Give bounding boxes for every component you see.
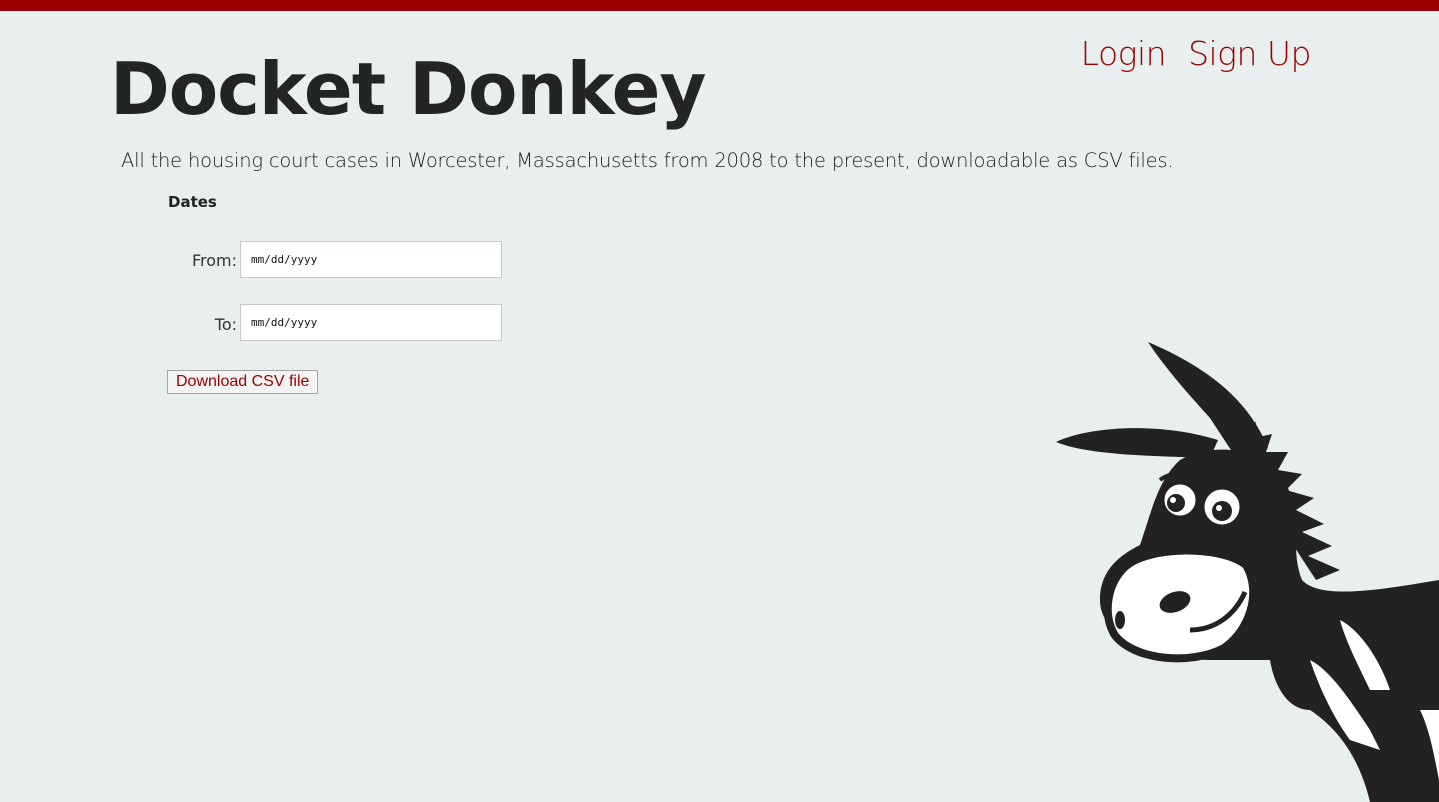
- to-date-input[interactable]: [240, 304, 502, 341]
- donkey-mascot-icon: [1056, 342, 1439, 802]
- top-nav: Login Sign Up: [1081, 34, 1312, 74]
- login-link[interactable]: Login: [1081, 34, 1167, 74]
- site-tagline: All the housing court cases in Worcester…: [121, 149, 1174, 172]
- to-label: To:: [214, 315, 237, 334]
- dates-heading: Dates: [168, 193, 217, 211]
- site-title: Docket Donkey: [110, 47, 706, 131]
- from-date-input[interactable]: [240, 241, 502, 278]
- top-accent-bar: [0, 0, 1439, 11]
- signup-link[interactable]: Sign Up: [1188, 34, 1311, 74]
- download-csv-button[interactable]: Download CSV file: [167, 370, 319, 394]
- from-label: From:: [191, 251, 237, 270]
